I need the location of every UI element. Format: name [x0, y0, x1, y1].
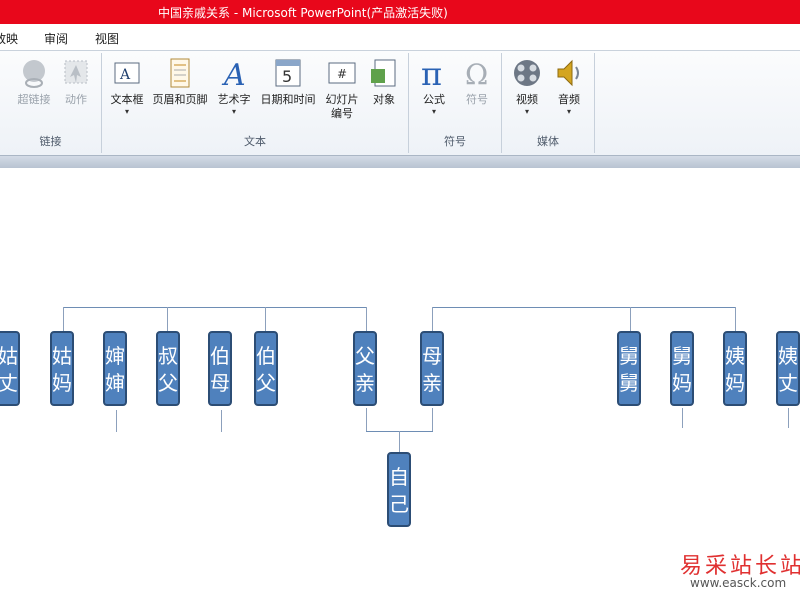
connector — [116, 410, 117, 432]
node-label: 姑妈 — [52, 344, 72, 395]
connector — [167, 307, 168, 333]
tab-slideshow[interactable]: 放映 — [0, 30, 18, 47]
watermark-url: www.easck.com — [690, 576, 787, 590]
node-self[interactable]: 自己 — [387, 452, 411, 527]
node-shufu[interactable]: 叔父 — [156, 331, 180, 406]
ribbon: 超链接 动作 链接 A 文本框 ▾ 页眉和页脚 A 艺术字 ▾ 5 日期和时间 … — [0, 51, 800, 155]
connector — [788, 408, 789, 428]
connector — [366, 408, 367, 432]
group-label-media: 媒体 — [537, 135, 559, 148]
connector — [399, 431, 400, 453]
group-text: A 文本框 ▾ 页眉和页脚 A 艺术字 ▾ 5 日期和时间 # 幻灯片编号 对象… — [102, 53, 409, 153]
svg-text:Ω: Ω — [465, 58, 488, 89]
node-label: 姨妈 — [725, 344, 745, 395]
node-label: 父亲 — [355, 344, 375, 395]
connector — [366, 307, 367, 333]
group-label-text: 文本 — [244, 135, 266, 148]
tab-review[interactable]: 审阅 — [44, 30, 68, 47]
connector — [735, 307, 736, 333]
node-bomu[interactable]: 伯母 — [208, 331, 232, 406]
textbox-button[interactable]: A 文本框 ▾ — [99, 57, 155, 137]
node-label: 婶婶 — [105, 344, 125, 395]
date-time-icon: 5 — [271, 57, 305, 89]
group-media: 视频 ▾ 音频 ▾ 媒体 — [502, 53, 595, 153]
action-icon — [59, 57, 93, 89]
node-guzhang[interactable]: 姑丈 — [0, 331, 20, 406]
textbox-icon: A — [110, 57, 144, 89]
connector — [432, 307, 433, 333]
svg-text:A: A — [221, 58, 246, 89]
wordart-icon: A — [217, 57, 251, 93]
symbol-button[interactable]: Ω 符号 — [449, 57, 505, 137]
node-bofu[interactable]: 伯父 — [254, 331, 278, 406]
wordart-label: 艺术字 — [217, 93, 251, 106]
node-label: 姑丈 — [0, 344, 18, 395]
window-title: 中国亲戚关系 - Microsoft PowerPoint(产品激活失败) — [158, 6, 448, 20]
slide-canvas: 姑丈 姑妈 婶婶 叔父 伯母 伯父 父亲 母亲 自己 舅舅 舅妈 姨妈 姨丈 易… — [0, 168, 800, 600]
textbox-label: 文本框 — [110, 93, 144, 106]
action-label: 动作 — [65, 93, 87, 106]
header-footer-label: 页眉和页脚 — [152, 93, 208, 106]
connector — [265, 307, 266, 333]
node-shenshen[interactable]: 婶婶 — [103, 331, 127, 406]
connector-paternal — [63, 307, 366, 308]
node-label: 叔父 — [158, 344, 178, 395]
connector — [221, 410, 222, 432]
node-label: 自己 — [389, 465, 409, 516]
node-label: 舅舅 — [619, 344, 639, 395]
node-jiujiu[interactable]: 舅舅 — [617, 331, 641, 406]
ribbon-collapse-bar — [0, 155, 800, 168]
node-label: 舅妈 — [672, 344, 692, 395]
wordart-button[interactable]: A 艺术字 ▾ — [206, 57, 262, 137]
action-button[interactable]: 动作 — [48, 57, 104, 137]
audio-icon — [552, 57, 586, 89]
node-yima[interactable]: 姨妈 — [723, 331, 747, 406]
svg-text:π: π — [421, 57, 442, 89]
date-time-label: 日期和时间 — [260, 93, 316, 106]
audio-button[interactable]: 音频 ▾ — [541, 57, 597, 137]
svg-text:A: A — [119, 67, 131, 83]
node-label: 母亲 — [422, 344, 442, 395]
connector — [432, 408, 433, 432]
node-mother[interactable]: 母亲 — [420, 331, 444, 406]
audio-label: 音频 — [558, 93, 580, 106]
hyperlink-icon — [17, 57, 51, 89]
chevron-down-icon: ▾ — [566, 107, 571, 116]
node-gumа[interactable]: 姑妈 — [50, 331, 74, 406]
node-father[interactable]: 父亲 — [353, 331, 377, 406]
header-footer-button[interactable]: 页眉和页脚 — [152, 57, 208, 137]
video-icon — [510, 57, 544, 89]
node-jiuma[interactable]: 舅妈 — [670, 331, 694, 406]
node-label: 伯母 — [210, 344, 230, 395]
group-label-links: 链接 — [39, 135, 62, 148]
group-symbols: π 公式 ▾ Ω 符号 符号 — [409, 53, 502, 153]
node-label: 伯父 — [256, 344, 276, 395]
object-icon — [367, 57, 401, 89]
object-label: 对象 — [373, 93, 395, 106]
connector — [630, 307, 631, 333]
equation-icon: π — [417, 55, 451, 93]
node-label: 姨丈 — [778, 344, 798, 395]
slide-number-icon: # — [325, 57, 359, 89]
group-links: 超链接 动作 链接 — [0, 53, 102, 153]
title-bar: 中国亲戚关系 - Microsoft PowerPoint(产品激活失败) — [0, 0, 800, 24]
ribbon-tabs: 放映 审阅 视图 — [0, 24, 800, 51]
connector-maternal — [432, 307, 735, 308]
tab-view[interactable]: 视图 — [95, 30, 119, 47]
connector — [63, 307, 64, 333]
header-footer-icon — [163, 57, 197, 89]
omega-icon: Ω — [460, 57, 494, 91]
chevron-down-icon: ▾ — [231, 107, 236, 116]
date-time-button[interactable]: 5 日期和时间 — [258, 57, 318, 137]
chevron-down-icon: ▾ — [124, 107, 129, 116]
symbol-label: 符号 — [466, 93, 488, 106]
connector — [682, 408, 683, 428]
group-label-symbols: 符号 — [444, 135, 466, 148]
node-yizhang[interactable]: 姨丈 — [776, 331, 800, 406]
svg-text:5: 5 — [282, 67, 292, 86]
object-button[interactable]: 对象 — [356, 57, 412, 137]
svg-text:#: # — [337, 67, 347, 81]
